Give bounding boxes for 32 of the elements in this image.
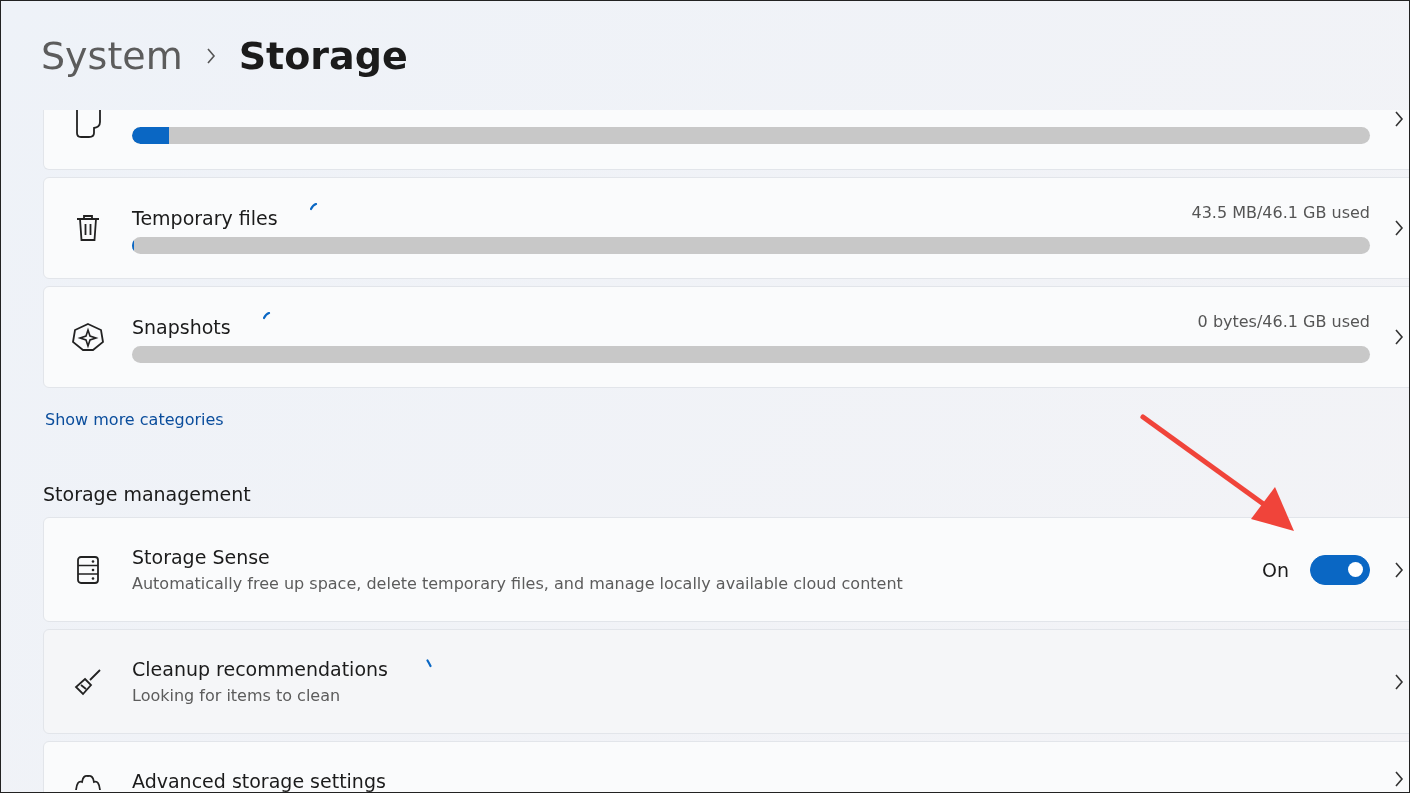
section-heading: Storage management — [43, 483, 252, 505]
toggle-switch[interactable] — [1310, 554, 1370, 585]
chevron-right-icon — [1394, 560, 1404, 579]
category-card[interactable]: Snapshots 0 bytes/46.1 GB used — [43, 286, 1409, 388]
settings-card[interactable]: Advanced storage settings — [43, 741, 1409, 792]
storage-drive-icon — [76, 554, 100, 585]
category-name: Temporary files — [132, 206, 278, 229]
show-more-link[interactable]: Show more categories — [45, 410, 224, 429]
document-icon — [74, 110, 102, 140]
page-title: Storage — [238, 33, 408, 78]
category-card[interactable]: Temporary files 43.5 MB/46.1 GB used — [43, 177, 1409, 279]
toggle-state-label: On — [1262, 558, 1289, 581]
setting-description: Looking for items to clean — [132, 686, 342, 705]
chevron-right-icon — [1394, 219, 1404, 237]
chevron-right-icon — [1394, 110, 1404, 128]
chevron-right-icon — [1394, 672, 1404, 691]
chevron-right-icon — [204, 46, 217, 65]
usage-text: 43.5 MB/46.1 GB used — [1191, 202, 1370, 222]
setting-title: Storage Sense — [132, 546, 270, 568]
broom-icon — [73, 666, 103, 697]
setting-description: Automatically free up space, delete temporary files, and manage locally available cloud content — [132, 574, 903, 593]
sparkle-icon — [71, 322, 105, 352]
settings-card[interactable]: Cleanup recommendations Looking for items to clean — [43, 629, 1409, 734]
chevron-right-icon — [1394, 328, 1404, 346]
category-name: Snapshots — [132, 315, 231, 338]
setting-title: Advanced storage settings — [132, 770, 386, 792]
trash-icon — [75, 214, 101, 242]
breadcrumb-parent[interactable]: System — [41, 33, 183, 78]
setting-title: Cleanup recommendations — [132, 658, 388, 680]
usage-text: 0 bytes/46.1 GB used — [1197, 311, 1370, 331]
chevron-right-icon — [1394, 770, 1404, 788]
settings-card[interactable]: Storage Sense Automatically free up space, delete temporary files, and manage locally available cloud content On — [43, 517, 1409, 622]
